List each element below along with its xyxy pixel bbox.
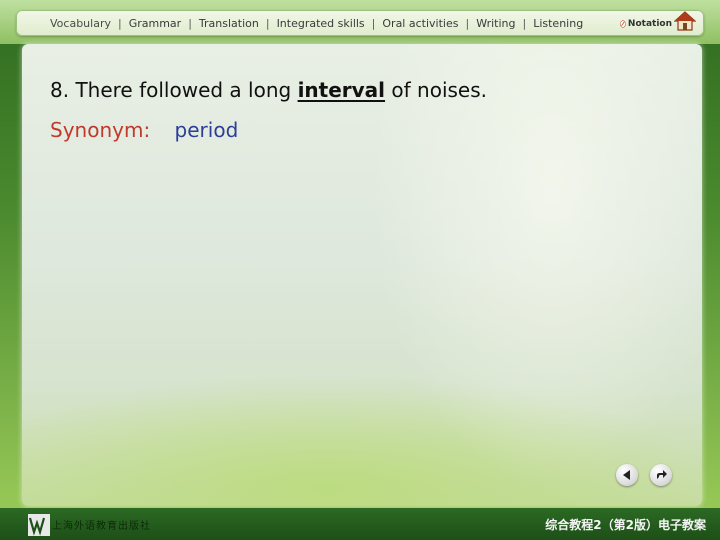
nav-writing[interactable]: Writing: [476, 17, 515, 30]
nav-separator: |: [188, 16, 192, 30]
nav-separator: |: [465, 16, 470, 30]
publisher-logo: [28, 514, 50, 536]
vocabulary-keyword: interval: [297, 78, 386, 102]
synonym-label: Synonym:: [50, 118, 151, 142]
top-navigation-bar: Vocabulary | Grammar | Translation | Int…: [0, 0, 720, 44]
nav-integrated-skills[interactable]: Integrated skills: [277, 17, 365, 30]
notation-button[interactable]: Notation: [620, 13, 672, 35]
nav-oral-activities[interactable]: Oral activities: [382, 17, 458, 30]
content-slide: 8. There followed a long interval of noi…: [22, 44, 702, 506]
forward-arrow-icon: [657, 470, 667, 479]
sentence-suffix: of noises.: [391, 78, 488, 102]
notation-label: Notation: [627, 19, 672, 29]
footer-bar: 上海外语教育出版社 综合教程2（第2版）电子教案: [0, 508, 720, 540]
sentence-prefix: 8. There followed a long: [50, 78, 292, 102]
nav-separator: |: [522, 16, 527, 30]
nav-translation[interactable]: Translation: [199, 17, 259, 30]
pencil-icon: [620, 20, 626, 28]
section-nav: Vocabulary | Grammar | Translation | Int…: [16, 10, 704, 36]
nav-separator: |: [371, 16, 376, 30]
publisher-name: 上海外语教育出版社: [52, 521, 151, 532]
nav-separator: |: [117, 16, 122, 30]
nav-grammar[interactable]: Grammar: [129, 17, 181, 30]
back-button[interactable]: [616, 464, 638, 486]
nav-separator: |: [265, 16, 270, 30]
nav-vocabulary[interactable]: Vocabulary: [50, 17, 111, 30]
home-icon[interactable]: [674, 10, 696, 32]
back-arrow-icon: [623, 470, 630, 480]
course-title: 综合教程2（第2版）电子教案: [545, 518, 706, 532]
synonym-value: period: [174, 118, 239, 142]
nav-listening[interactable]: Listening: [533, 17, 583, 30]
synonym-line: Synonym: period: [50, 118, 238, 142]
example-sentence: 8. There followed a long interval of noi…: [50, 78, 487, 102]
forward-button[interactable]: [650, 464, 672, 486]
